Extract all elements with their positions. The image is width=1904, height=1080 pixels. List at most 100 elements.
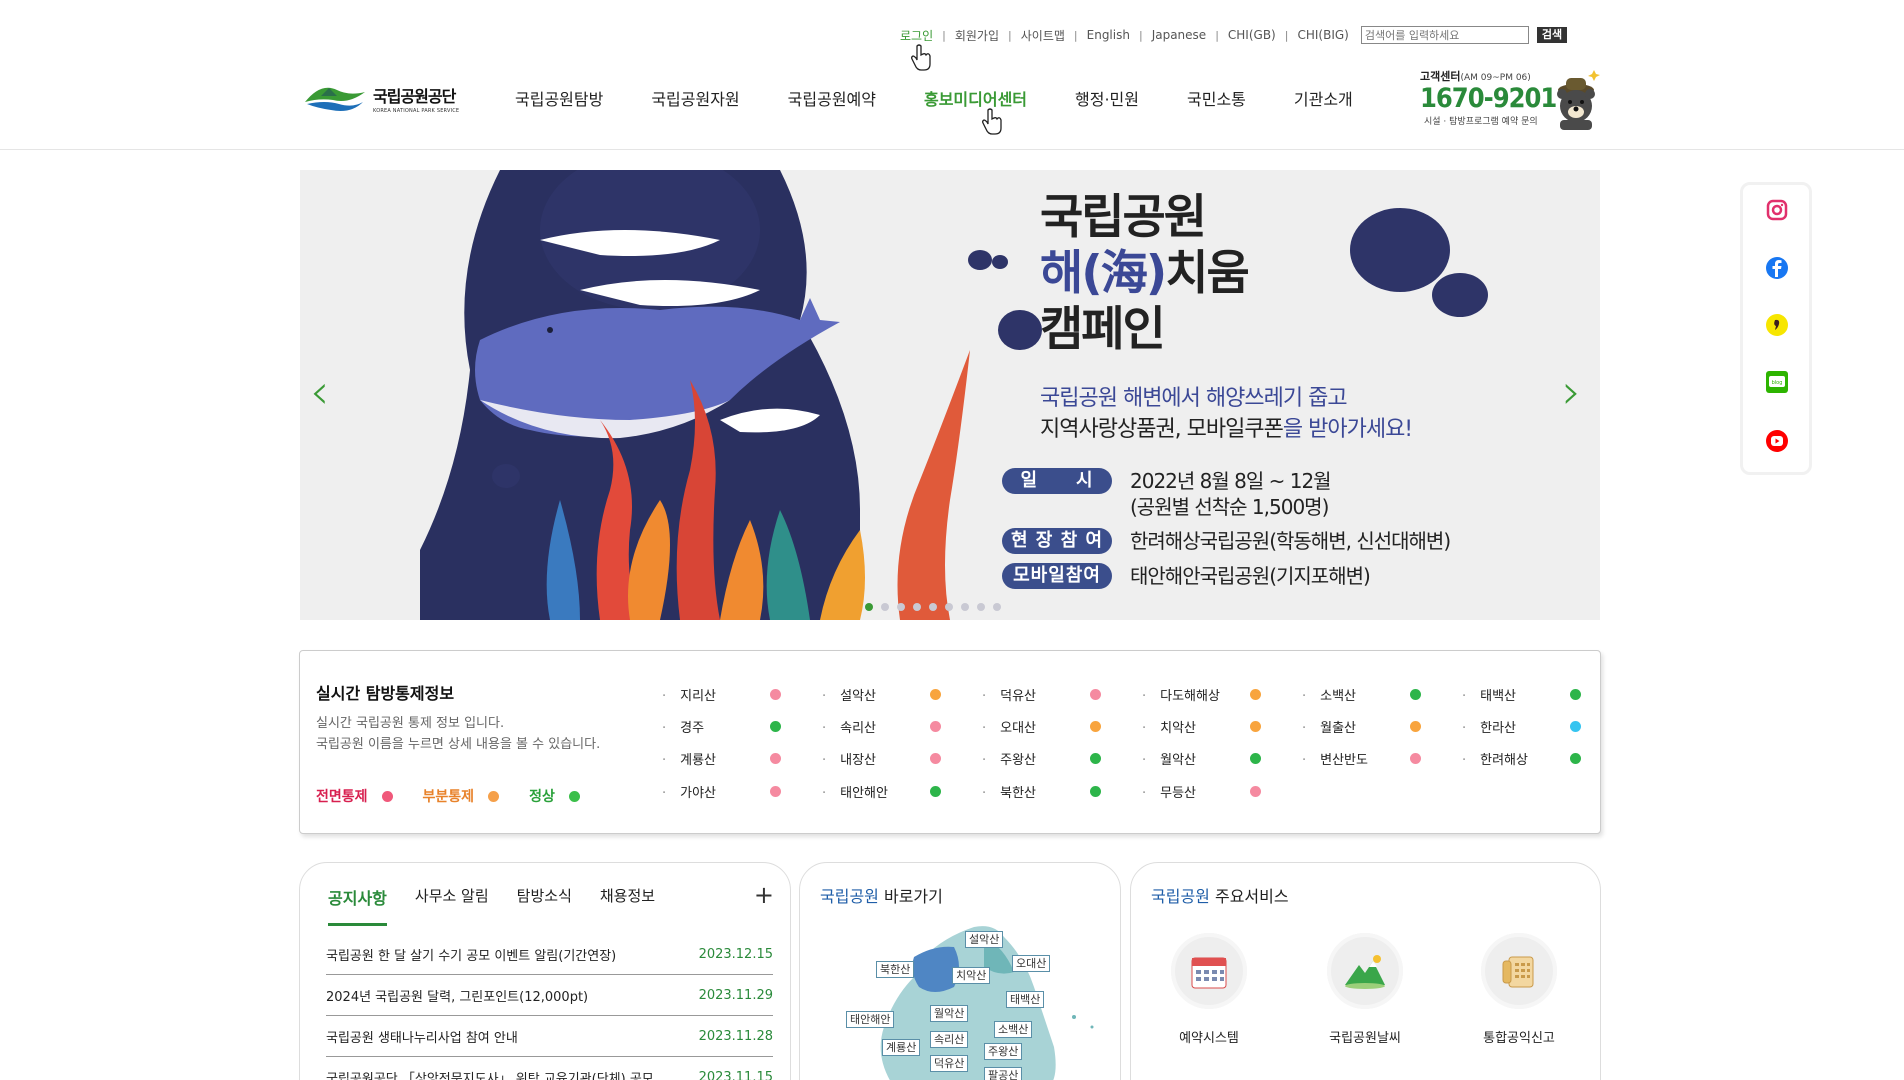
park-status-item[interactable]: · 소백산 (1302, 685, 1462, 704)
banner-dot[interactable] (913, 603, 921, 611)
tab-notice[interactable]: 공지사항 (328, 885, 387, 926)
park-name: 속리산 (840, 721, 877, 736)
notice-item[interactable]: 2024년 국립공원 달력, 그린포인트(12,000pt) 2023.11.29 (326, 975, 773, 1016)
park-status-item[interactable]: · 경주 (662, 717, 822, 736)
service-report[interactable]: 통합공익신고 (1459, 933, 1579, 1046)
nav-administration[interactable]: 행정·민원 (1075, 86, 1139, 110)
service-weather[interactable]: 국립공원날씨 (1305, 933, 1425, 1046)
logo[interactable]: 국립공원공단 KOREA NATIONAL PARK SERVICE (303, 78, 459, 118)
banner-dot[interactable] (881, 603, 889, 611)
customer-center[interactable]: 고객센터(AM 09~PM 06) 1670-9201 시설 · 탐방프로그램 … (1420, 68, 1600, 130)
kakao-icon[interactable] (1766, 314, 1788, 336)
blog-icon[interactable]: blog (1766, 371, 1788, 393)
signup-link[interactable]: 회원가입 (955, 27, 999, 44)
nav-media-center[interactable]: 홍보미디어센터 (924, 86, 1027, 110)
search-input[interactable] (1360, 26, 1529, 44)
map-park-label[interactable]: 오대산 (1012, 955, 1051, 972)
banner-dot[interactable] (945, 603, 953, 611)
park-status-item[interactable]: · 지리산 (662, 685, 822, 704)
map-park-label[interactable]: 팔공산 (984, 1067, 1023, 1080)
park-status-item[interactable]: · 한라산 (1462, 717, 1622, 736)
tab-visit-news[interactable]: 탐방소식 (517, 885, 572, 926)
map-park-label[interactable]: 설악산 (965, 931, 1004, 948)
english-link[interactable]: English (1087, 28, 1130, 42)
japanese-link[interactable]: Japanese (1152, 28, 1207, 42)
map-park-label[interactable]: 태백산 (1006, 991, 1045, 1008)
nav-about[interactable]: 기관소개 (1294, 86, 1353, 110)
map-park-label[interactable]: 계룡산 (882, 1039, 921, 1056)
park-name: 지리산 (680, 689, 717, 704)
park-status-item[interactable]: · 한려해상 (1462, 749, 1622, 768)
search-button[interactable]: 검색 (1536, 27, 1568, 43)
shortcut-title: 바로가기 (878, 887, 943, 906)
notice-item[interactable]: 국립공원 생태나누리사업 참여 안내 2023.11.28 (326, 1016, 773, 1057)
banner-dot[interactable] (929, 603, 937, 611)
park-status-item[interactable]: · 월출산 (1302, 717, 1462, 736)
service-reservation[interactable]: 예약시스템 (1149, 933, 1269, 1046)
instagram-icon[interactable] (1766, 199, 1788, 221)
main-banner[interactable]: 국립공원 해(海)치움 캠페인 국립공원 해변에서 해양쓰레기 줍고 지역사랑상… (300, 170, 1600, 620)
sitemap-link[interactable]: 사이트맵 (1021, 27, 1065, 44)
park-status-item[interactable]: · 덕유산 (982, 685, 1142, 704)
banner-prev-arrow-icon[interactable]: ‹ (310, 364, 329, 420)
bullet: · (822, 786, 827, 801)
chi-gb-link[interactable]: CHI(GB) (1228, 28, 1276, 42)
map-park-label[interactable]: 태안해안 (846, 1011, 895, 1028)
notice-title: 국립공원공단 「상앙전문지도사」 위탁 교육기관(단체) 공모 (326, 1071, 654, 1080)
banner-dot[interactable] (865, 603, 873, 611)
banner-dot[interactable] (993, 603, 1001, 611)
map-park-label[interactable]: 소백산 (994, 1021, 1033, 1038)
park-status-item[interactable]: · 태안해안 (822, 782, 982, 801)
map-park-label[interactable]: 덕유산 (930, 1055, 969, 1072)
park-status-item[interactable]: · 주왕산 (982, 749, 1142, 768)
youtube-icon[interactable] (1766, 430, 1788, 452)
park-status-item[interactable]: · 가야산 (662, 782, 822, 801)
tab-office-news[interactable]: 사무소 알림 (415, 885, 489, 926)
notice-title: 2024년 국립공원 달력, 그린포인트(12,000pt) (326, 989, 589, 1005)
main-nav: 국립공원탐방 국립공원자원 국립공원예약 홍보미디어센터 행정·민원 국민소통 … (515, 86, 1401, 110)
bullet: · (982, 689, 987, 704)
banner-dot[interactable] (897, 603, 905, 611)
banner-subtitle-2a: 지역사랑상품권, 모바일쿠폰 (1040, 417, 1284, 442)
park-status-item[interactable]: · 계룡산 (662, 749, 822, 768)
bullet: · (1462, 689, 1467, 704)
park-name: 월출산 (1320, 721, 1357, 736)
map-park-label[interactable]: 속리산 (930, 1031, 969, 1048)
logo-name-en: KOREA NATIONAL PARK SERVICE (373, 107, 460, 114)
more-plus-icon[interactable]: + (754, 881, 774, 909)
park-status-item[interactable]: · 태백산 (1462, 685, 1622, 704)
status-dot (930, 689, 941, 700)
chi-big-link[interactable]: CHI(BIG) (1297, 28, 1348, 42)
map-park-label[interactable]: 치악산 (952, 967, 991, 984)
bullet: · (1142, 721, 1147, 736)
status-dot (1090, 786, 1101, 797)
park-status-item[interactable]: · 내장산 (822, 749, 982, 768)
notice-item[interactable]: 국립공원공단 「상앙전문지도사」 위탁 교육기관(단체) 공모 2023.11.1… (326, 1057, 773, 1080)
park-status-item[interactable]: · 변산반도 (1302, 749, 1462, 768)
banner-dot[interactable] (977, 603, 985, 611)
bullet: · (1142, 786, 1147, 801)
park-status-item[interactable]: · 설악산 (822, 685, 982, 704)
park-status-item[interactable]: · 무등산 (1142, 782, 1302, 801)
notice-date: 2023.12.15 (698, 946, 773, 962)
park-status-item[interactable]: · 다도해해상 (1142, 685, 1302, 704)
map-park-label[interactable]: 월악산 (930, 1005, 969, 1022)
map-park-label[interactable]: 주왕산 (984, 1043, 1023, 1060)
tab-recruit[interactable]: 채용정보 (600, 885, 655, 926)
nav-park-reservation[interactable]: 국립공원예약 (788, 86, 876, 110)
notice-item[interactable]: 국립공원 한 달 살기 수기 공모 이벤트 알림(기간연장) 2023.12.15 (326, 934, 773, 975)
nav-park-resources[interactable]: 국립공원자원 (651, 86, 739, 110)
login-link[interactable]: 로그인 (900, 27, 933, 44)
park-status-item[interactable]: · 오대산 (982, 717, 1142, 736)
banner-title-line1: 국립공원 (1040, 190, 1207, 245)
park-status-item[interactable]: · 월악산 (1142, 749, 1302, 768)
facebook-icon[interactable] (1766, 257, 1788, 279)
map-park-label[interactable]: 북한산 (876, 961, 915, 978)
nav-park-visit[interactable]: 국립공원탐방 (515, 86, 603, 110)
park-status-item[interactable]: · 속리산 (822, 717, 982, 736)
park-status-item[interactable]: · 북한산 (982, 782, 1142, 801)
banner-dot[interactable] (961, 603, 969, 611)
banner-next-arrow-icon[interactable]: › (1562, 364, 1581, 420)
nav-communication[interactable]: 국민소통 (1187, 86, 1246, 110)
park-status-item[interactable]: · 치악산 (1142, 717, 1302, 736)
